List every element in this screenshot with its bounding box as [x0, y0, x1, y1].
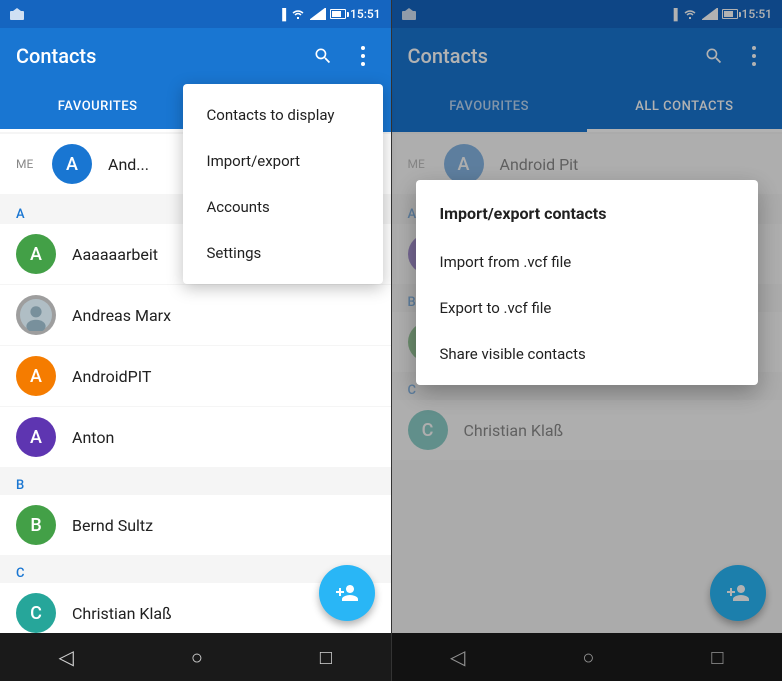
left-status-bar: ▐ 15:51 [0, 0, 391, 28]
name-andreas-marx: Andreas Marx [72, 306, 171, 325]
left-app-bar: Contacts [0, 28, 391, 84]
andreas-photo [20, 299, 52, 331]
left-status-right: ▐ 15:51 [278, 7, 380, 21]
recent-button-left[interactable]: □ [320, 645, 332, 670]
tab-favourites-left[interactable]: FAVOURITES [0, 84, 195, 132]
notification-icon [10, 8, 26, 20]
left-wifi-icon [290, 8, 306, 20]
back-button-left[interactable]: ◁ [58, 645, 73, 669]
left-sim-icon: ▐ [278, 8, 286, 21]
menu-import-export[interactable]: Import/export [183, 138, 383, 184]
more-options-button[interactable] [351, 44, 375, 68]
avatar-aaaaaarbeit: A [16, 234, 56, 274]
section-b-header-left: B [0, 468, 391, 495]
me-label: ME [16, 157, 48, 171]
right-panel: ▐ 15:51 Contacts [392, 0, 782, 681]
left-status-left [10, 8, 26, 20]
contact-andreas-marx[interactable]: Andreas Marx [0, 285, 391, 345]
left-dropdown-menu: Contacts to display Import/export Accoun… [183, 84, 383, 284]
left-signal-icon [310, 8, 326, 20]
avatar-andreas-marx [16, 295, 56, 335]
dialog-import-vcf[interactable]: Import from .vcf file [416, 239, 759, 285]
avatar-christian-left: C [16, 593, 56, 633]
contact-bernd-left[interactable]: B Bernd Sultz [0, 495, 391, 555]
name-aaaaaarbeit: Aaaaaarbeit [72, 245, 158, 264]
menu-contacts-to-display[interactable]: Contacts to display [183, 92, 383, 138]
avatar-bernd-left: B [16, 505, 56, 545]
left-panel: ▐ 15:51 Contacts [0, 0, 391, 681]
dialog-overlay[interactable]: Import/export contacts Import from .vcf … [392, 0, 782, 681]
name-androidpit: AndroidPIT [72, 367, 151, 386]
left-app-title: Contacts [16, 44, 311, 68]
menu-settings[interactable]: Settings [183, 230, 383, 276]
left-battery-icon [330, 9, 346, 19]
me-name: And... [108, 155, 149, 174]
search-button[interactable] [311, 44, 335, 68]
name-anton-left: Anton [72, 428, 114, 447]
left-nav-bar: ◁ ○ □ [0, 633, 391, 681]
me-avatar: A [52, 144, 92, 184]
contact-androidpit[interactable]: A AndroidPIT [0, 346, 391, 406]
home-button-left[interactable]: ○ [191, 645, 203, 670]
avatar-anton-left: A [16, 417, 56, 457]
left-app-icons [311, 44, 375, 68]
dialog-share-contacts[interactable]: Share visible contacts [416, 331, 759, 377]
dialog-export-vcf[interactable]: Export to .vcf file [416, 285, 759, 331]
dialog-title: Import/export contacts [416, 196, 759, 239]
name-christian-left: Christian Klaß [72, 604, 172, 623]
avatar-androidpit: A [16, 356, 56, 396]
add-contact-fab-left[interactable] [319, 565, 375, 621]
import-export-dialog: Import/export contacts Import from .vcf … [416, 180, 759, 385]
left-time: 15:51 [350, 7, 380, 21]
name-bernd-left: Bernd Sultz [72, 516, 153, 535]
menu-accounts[interactable]: Accounts [183, 184, 383, 230]
contact-anton-left[interactable]: A Anton [0, 407, 391, 467]
